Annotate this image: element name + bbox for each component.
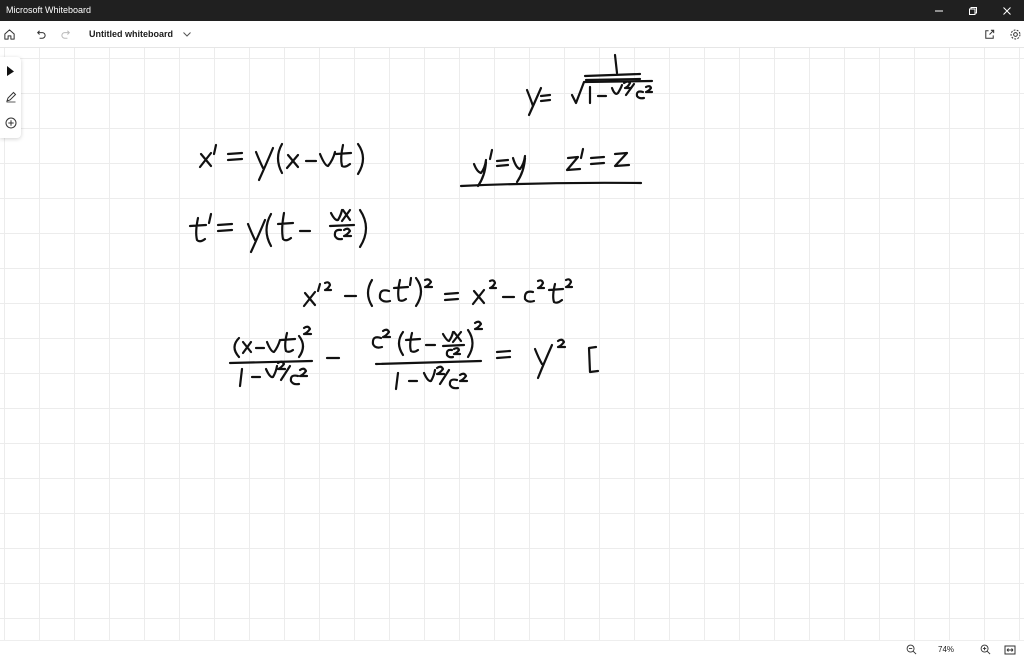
fit-to-screen-button[interactable] bbox=[1002, 642, 1018, 657]
zoom-out-icon bbox=[906, 644, 916, 655]
share-button[interactable] bbox=[980, 25, 998, 43]
whiteboard-canvas[interactable] bbox=[0, 48, 1024, 640]
close-icon bbox=[1003, 6, 1011, 15]
zoom-controls: 74% bbox=[898, 641, 1024, 658]
zoom-in-button[interactable] bbox=[977, 642, 993, 657]
app-title: Microsoft Whiteboard bbox=[6, 5, 92, 15]
board-title[interactable]: Untitled whiteboard bbox=[89, 29, 173, 39]
add-content-button[interactable] bbox=[0, 111, 21, 135]
minimize-button[interactable] bbox=[922, 0, 956, 21]
home-icon bbox=[3, 28, 15, 40]
close-button[interactable] bbox=[990, 0, 1024, 21]
settings-icon bbox=[1010, 29, 1020, 39]
redo-icon bbox=[60, 29, 70, 39]
app-toolbar: Untitled whiteboard bbox=[0, 21, 1024, 48]
undo-icon bbox=[36, 29, 46, 39]
pen-tool-button[interactable] bbox=[0, 85, 21, 109]
chevron-down-icon[interactable] bbox=[181, 28, 193, 40]
window-controls bbox=[922, 0, 1024, 21]
redo-button[interactable] bbox=[57, 25, 75, 43]
undo-button[interactable] bbox=[31, 25, 49, 43]
restore-button[interactable] bbox=[956, 0, 990, 21]
select-tool-button[interactable] bbox=[0, 59, 21, 83]
add-icon bbox=[5, 117, 16, 129]
zoom-out-button[interactable] bbox=[903, 642, 919, 657]
restore-icon bbox=[969, 6, 977, 15]
pen-icon bbox=[5, 91, 16, 103]
select-icon bbox=[7, 66, 14, 76]
tool-rail bbox=[0, 57, 21, 138]
zoom-in-icon bbox=[980, 644, 990, 655]
share-icon bbox=[984, 29, 994, 39]
status-bar bbox=[0, 640, 1024, 658]
zoom-level: 74% bbox=[938, 645, 955, 654]
title-bar: Microsoft Whiteboard bbox=[0, 0, 1024, 21]
fit-to-screen-icon bbox=[1004, 645, 1016, 654]
minimize-icon bbox=[935, 10, 943, 11]
settings-button[interactable] bbox=[1006, 25, 1024, 43]
home-button[interactable] bbox=[0, 25, 18, 43]
